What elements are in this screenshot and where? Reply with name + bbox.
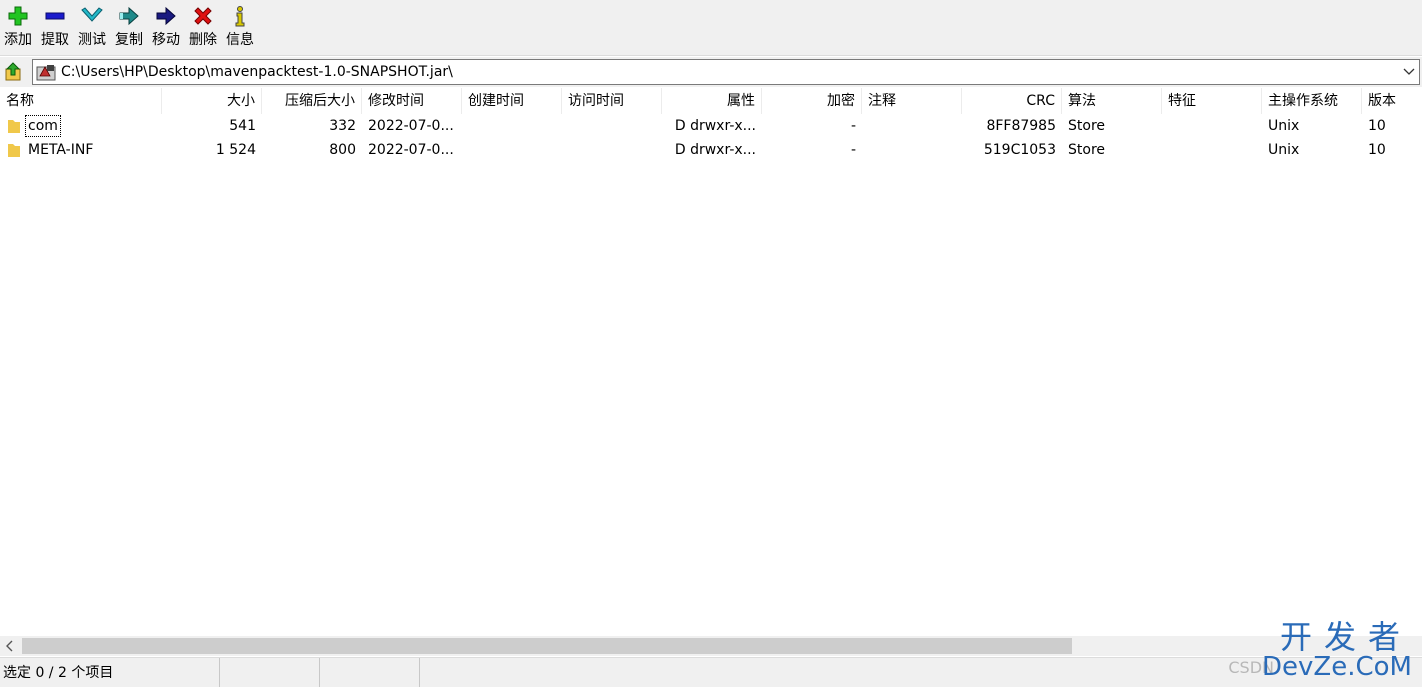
plus-icon bbox=[5, 3, 31, 29]
info-icon bbox=[227, 3, 253, 29]
version-cell: 10 bbox=[1368, 142, 1386, 158]
minus-icon bbox=[42, 3, 68, 29]
column-header-size[interactable]: 大小 bbox=[162, 88, 262, 114]
row-name: com bbox=[25, 115, 61, 137]
attributes-cell: D drwxr-x... bbox=[674, 142, 756, 158]
address-bar[interactable]: C:\Users\HP\Desktop\mavenpacktest-1.0-SN… bbox=[32, 59, 1420, 85]
column-header-accessed[interactable]: 访问时间 bbox=[562, 88, 662, 114]
address-path: C:\Users\HP\Desktop\mavenpacktest-1.0-SN… bbox=[61, 64, 453, 80]
scrollbar-thumb[interactable] bbox=[22, 638, 1072, 654]
host-os-cell: Unix bbox=[1268, 142, 1300, 158]
status-segment bbox=[320, 658, 420, 687]
delete-button[interactable]: 删除 bbox=[188, 3, 218, 53]
check-icon bbox=[79, 3, 105, 29]
status-segment bbox=[220, 658, 320, 687]
version-cell: 10 bbox=[1368, 118, 1386, 134]
address-row: C:\Users\HP\Desktop\mavenpacktest-1.0-SN… bbox=[0, 57, 1422, 87]
method-cell: Store bbox=[1068, 142, 1106, 158]
crc-cell: 8FF87985 bbox=[986, 118, 1056, 134]
column-header-attributes[interactable]: 属性 bbox=[662, 88, 762, 114]
copy-button[interactable]: 复制 bbox=[114, 3, 144, 53]
accessed-cell bbox=[562, 138, 662, 162]
info-button[interactable]: 信息 bbox=[225, 3, 255, 53]
column-header-encrypted[interactable]: 加密 bbox=[762, 88, 862, 114]
modified-cell: 2022-07-0... bbox=[368, 118, 454, 134]
copy-arrow-icon bbox=[116, 3, 142, 29]
packed-cell: 800 bbox=[329, 142, 356, 158]
column-header-modified[interactable]: 修改时间 bbox=[362, 88, 462, 114]
column-header-version[interactable]: 版本 bbox=[1362, 88, 1422, 114]
jar-archive-icon bbox=[36, 62, 56, 82]
add-label: 添加 bbox=[4, 32, 32, 48]
folder-icon bbox=[8, 120, 20, 133]
folder-icon bbox=[8, 144, 20, 157]
modified-cell: 2022-07-0... bbox=[368, 142, 454, 158]
host-os-cell: Unix bbox=[1268, 118, 1300, 134]
encrypted-cell: - bbox=[850, 142, 856, 158]
size-cell: 541 bbox=[229, 118, 256, 134]
column-header-created[interactable]: 创建时间 bbox=[462, 88, 562, 114]
test-label: 测试 bbox=[78, 32, 106, 48]
x-icon bbox=[190, 3, 216, 29]
horizontal-scrollbar[interactable] bbox=[0, 636, 1422, 656]
column-header-comment[interactable]: 注释 bbox=[862, 88, 962, 114]
created-cell bbox=[462, 114, 562, 138]
method-cell: Store bbox=[1068, 118, 1106, 134]
table-row[interactable]: com 541 332 2022-07-0... D drwxr-x... - … bbox=[0, 114, 1422, 138]
column-header-packed[interactable]: 压缩后大小 bbox=[262, 88, 362, 114]
name-cell: com bbox=[0, 114, 162, 138]
column-headers: 名称 大小 压缩后大小 修改时间 创建时间 访问时间 属性 加密 注释 CRC … bbox=[0, 88, 1422, 114]
test-button[interactable]: 测试 bbox=[77, 3, 107, 53]
attributes-cell: D drwxr-x... bbox=[674, 118, 756, 134]
extract-label: 提取 bbox=[41, 32, 69, 48]
encrypted-cell: - bbox=[850, 118, 856, 134]
characteristics-cell bbox=[1162, 138, 1262, 162]
name-cell: META-INF bbox=[0, 138, 162, 162]
extract-button[interactable]: 提取 bbox=[40, 3, 70, 53]
column-header-method[interactable]: 算法 bbox=[1062, 88, 1162, 114]
characteristics-cell bbox=[1162, 114, 1262, 138]
scroll-left-icon[interactable] bbox=[3, 639, 17, 653]
table-row[interactable]: META-INF 1 524 800 2022-07-0... D drwxr-… bbox=[0, 138, 1422, 162]
move-button[interactable]: 移动 bbox=[151, 3, 181, 53]
accessed-cell bbox=[562, 114, 662, 138]
add-button[interactable]: 添加 bbox=[3, 3, 33, 53]
created-cell bbox=[462, 138, 562, 162]
move-label: 移动 bbox=[152, 32, 180, 48]
move-arrow-icon bbox=[153, 3, 179, 29]
column-header-name[interactable]: 名称 bbox=[0, 88, 162, 114]
column-header-characteristics[interactable]: 特征 bbox=[1162, 88, 1262, 114]
column-header-host-os[interactable]: 主操作系统 bbox=[1262, 88, 1362, 114]
chevron-down-icon[interactable] bbox=[1403, 65, 1415, 77]
copy-label: 复制 bbox=[115, 32, 143, 48]
crc-cell: 519C1053 bbox=[983, 142, 1056, 158]
comment-cell bbox=[862, 114, 962, 138]
info-label: 信息 bbox=[226, 32, 254, 48]
up-folder-button[interactable] bbox=[3, 61, 25, 83]
delete-label: 删除 bbox=[189, 32, 217, 48]
row-name: META-INF bbox=[28, 142, 94, 158]
file-list[interactable]: 名称 大小 压缩后大小 修改时间 创建时间 访问时间 属性 加密 注释 CRC … bbox=[0, 88, 1422, 636]
column-header-crc[interactable]: CRC bbox=[962, 88, 1062, 114]
size-cell: 1 524 bbox=[215, 142, 256, 158]
status-bar: 选定 0 / 2 个项目 bbox=[0, 657, 1422, 687]
status-selection-text: 选定 0 / 2 个项目 bbox=[3, 665, 114, 681]
toolbar: 添加 提取 测试 复制 移动 删除 信息 bbox=[0, 0, 1422, 56]
up-folder-icon bbox=[5, 62, 21, 81]
comment-cell bbox=[862, 138, 962, 162]
packed-cell: 332 bbox=[329, 118, 356, 134]
status-segment-selection: 选定 0 / 2 个项目 bbox=[0, 658, 220, 687]
